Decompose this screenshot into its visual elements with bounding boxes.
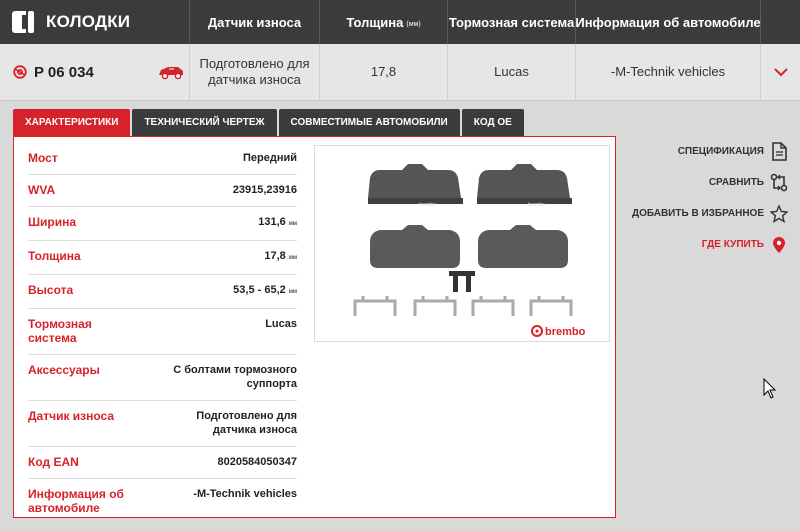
table-header: КОЛОДКИ Датчик износа Толщина (мм) Тормоз…	[0, 0, 800, 44]
spec-value: 131,6	[258, 216, 286, 228]
spec-row-thickness: Толщина 17,8 мм	[28, 241, 297, 275]
product-thickness: 17,8	[320, 44, 448, 100]
category-cell: КОЛОДКИ	[0, 0, 190, 44]
tab-characteristics[interactable]: ХАРАКТЕРИСТИКИ	[13, 109, 131, 136]
spec-value: С болтами тормозного суппорта	[173, 364, 297, 390]
action-label: СПЕЦИФИКАЦИЯ	[677, 146, 764, 157]
product-image[interactable]: brembo brembo brembo	[314, 145, 610, 342]
spec-value: Подготовлено для датчика износа	[196, 410, 297, 436]
spec-row-accessories: Аксессуары С болтами тормозного суппорта	[28, 355, 297, 401]
product-code-cell: P 06 034	[0, 44, 190, 100]
spec-value: -M-Technik vehicles	[193, 488, 297, 500]
action-label: ГДЕ КУПИТЬ	[701, 239, 764, 250]
spec-label: Толщина	[28, 249, 81, 263]
brake-pads-illustration: brembo brembo brembo	[353, 164, 586, 338]
product-brake-system: Lucas	[448, 44, 576, 100]
spec-label: Датчик износа	[28, 409, 115, 423]
expand-button[interactable]	[761, 44, 800, 100]
add-favorite-link[interactable]: ДОБАВИТЬ В ИЗБРАННОЕ	[618, 198, 788, 229]
pad-print-text: brembo	[419, 202, 436, 208]
spec-label: Код EAN	[28, 455, 79, 469]
column-header-wear-sensor: Датчик износа	[190, 0, 320, 44]
spec-label: Высота	[28, 283, 74, 297]
tab-technical-drawing[interactable]: ТЕХНИЧЕСКИЙ ЧЕРТЕЖ	[132, 109, 277, 136]
location-pin-icon	[770, 235, 788, 255]
spec-row-axle: Мост Передний	[28, 143, 297, 175]
column-label: Информация об автомобиле	[575, 14, 761, 30]
spec-label: Мост	[28, 151, 58, 165]
column-header-thickness: Толщина (мм)	[320, 0, 448, 44]
column-label: Толщина	[346, 14, 404, 30]
category-title: КОЛОДКИ	[46, 12, 131, 31]
compare-icon	[770, 173, 788, 193]
action-label: СРАВНИТЬ	[708, 177, 764, 188]
car-icon	[159, 67, 183, 80]
tab-compatible-vehicles[interactable]: СОВМЕСТИМЫЕ АВТОМОБИЛИ	[278, 109, 460, 136]
spec-row-wva: WVA 23915,23916	[28, 175, 297, 207]
spec-label: Ширина	[28, 215, 77, 229]
detail-tabs: ХАРАКТЕРИСТИКИ ТЕХНИЧЕСКИЙ ЧЕРТЕЖ СОВМЕС…	[13, 109, 526, 136]
spec-row-ean: Код EAN 8020584050347	[28, 447, 297, 479]
spec-label: Информация об автомобиле	[28, 487, 124, 515]
product-code: P 06 034	[34, 63, 94, 81]
compare-link[interactable]: СРАВНИТЬ	[618, 167, 788, 198]
column-header-brake-system: Тормозная система	[448, 0, 576, 44]
column-header-vehicle-info: Информация об автомобиле	[575, 0, 761, 44]
spec-value: 8020584050347	[217, 456, 297, 468]
spec-value: Lucas	[265, 318, 297, 330]
product-wear-sensor: Подготовлено для датчика износа	[190, 44, 320, 100]
chevron-down-icon	[773, 67, 788, 76]
action-label: ДОБАВИТЬ В ИЗБРАННОЕ	[632, 208, 764, 219]
spec-label: WVA	[28, 183, 56, 197]
tab-oe-code[interactable]: КОД ОЕ	[461, 109, 524, 136]
spec-label: Тормозная система	[28, 317, 92, 345]
column-label: Тормозная система	[448, 14, 575, 30]
product-row[interactable]: P 06 034 Подготовлено для датчика износа…	[0, 44, 800, 101]
mouse-cursor-icon	[763, 378, 777, 399]
spec-value-wrap: 17,8 мм	[264, 249, 297, 265]
brake-disc-icon	[13, 65, 27, 79]
spec-value: 17,8	[264, 250, 286, 262]
brake-pad-icon	[12, 11, 34, 33]
spec-row-vehicle-info: Информация об автомобиле -M-Technik vehi…	[28, 479, 297, 528]
star-icon	[770, 204, 788, 224]
column-unit: (мм)	[406, 20, 421, 28]
spec-value: 23915,23916	[232, 184, 297, 196]
document-icon	[770, 142, 788, 162]
spec-value: 53,5 - 65,2	[233, 284, 286, 296]
spec-value-wrap: 131,6 мм	[258, 215, 297, 231]
brembo-logo-text: brembo	[545, 326, 586, 338]
where-to-buy-link[interactable]: ГДЕ КУПИТЬ	[618, 229, 788, 260]
spec-row-height: Высота 53,5 - 65,2 мм	[28, 275, 297, 309]
spec-table: Мост Передний WVA 23915,23916 Ширина 131…	[28, 143, 297, 528]
product-vehicle-info: -M-Technik vehicles	[576, 44, 761, 100]
spec-link[interactable]: СПЕЦИФИКАЦИЯ	[618, 136, 788, 167]
spec-row-wear-sensor: Датчик износа Подготовлено для датчика и…	[28, 401, 297, 447]
column-header-empty	[761, 0, 800, 44]
spec-unit: мм	[288, 289, 297, 295]
characteristics-panel: Мост Передний WVA 23915,23916 Ширина 131…	[13, 136, 616, 528]
spec-value-wrap: 53,5 - 65,2 мм	[233, 283, 297, 299]
spec-row-brake-system: Тормозная система Lucas	[28, 309, 297, 355]
spec-unit: мм	[288, 255, 297, 261]
spec-row-width: Ширина 131,6 мм	[28, 207, 297, 241]
pad-print-text: brembo	[528, 202, 545, 208]
spec-label: Аксессуары	[28, 363, 100, 377]
spec-unit: мм	[288, 221, 297, 227]
spec-value: Передний	[242, 152, 297, 164]
column-label: Датчик износа	[207, 14, 302, 30]
action-links: СПЕЦИФИКАЦИЯ СРАВНИТЬ ДОБАВИТЬ В ИЗБРАНН…	[618, 136, 788, 260]
